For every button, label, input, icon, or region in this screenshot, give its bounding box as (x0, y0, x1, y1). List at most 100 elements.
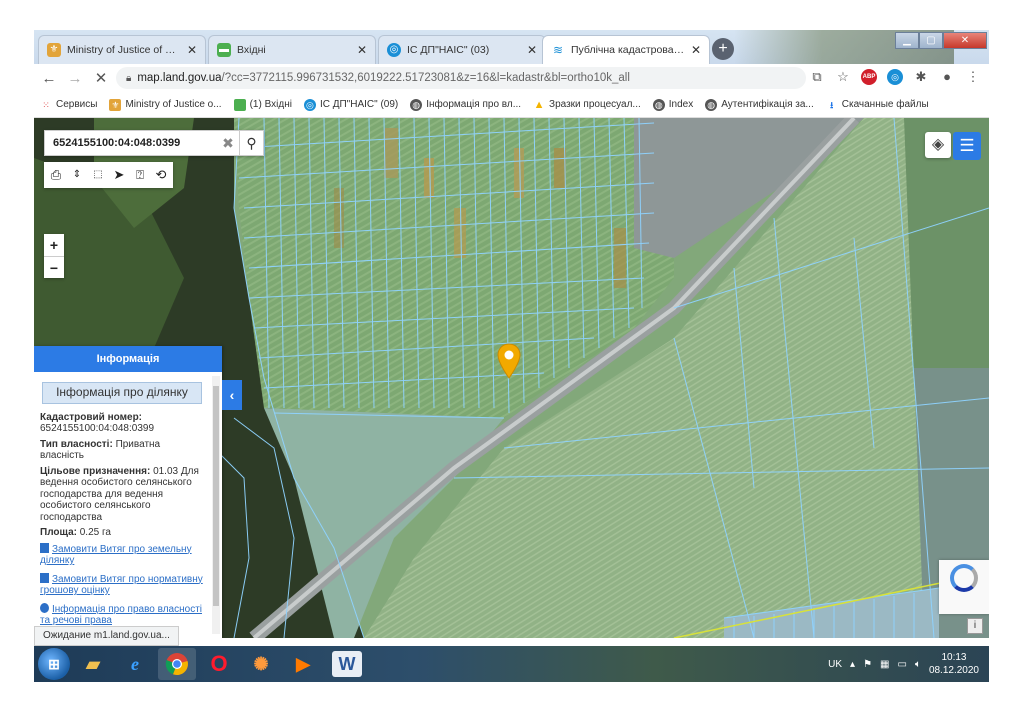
language-indicator[interactable]: UK (828, 659, 842, 670)
url-host: map.land.gov.ua (137, 72, 222, 84)
search-icon[interactable]: ⚲ (239, 131, 263, 155)
info-panel-header: Інформація (34, 346, 222, 372)
link-label: Замовити Витяг про земельну ділянку (40, 543, 192, 567)
system-clock[interactable]: 10:13 08.12.2020 (929, 651, 979, 677)
bookmark-label: Інформація про вл... (426, 99, 522, 110)
pointer-icon[interactable]: ➤ (110, 165, 128, 185)
layers-icon[interactable]: ◈ (925, 132, 951, 158)
media-player-icon[interactable]: ▶ (284, 648, 322, 680)
bookmarks-bar: ⁙ Сервисы ⚜ Ministry of Justice o... (1)… (34, 92, 989, 118)
browser-toolbar: ← → ✕ 🔒︎ map.land.gov.ua/?cc=3772115.996… (34, 64, 989, 92)
order-valuation-extract-link[interactable]: Замовити Витяг про нормативну грошову оц… (40, 572, 204, 597)
zoom-out-button[interactable]: − (44, 256, 64, 278)
system-tray: UK ▴ ⚑ ▦ ▭ 🔈︎ 10:13 08.12.2020 (828, 646, 985, 682)
tray-overflow-icon[interactable]: ▴ (850, 659, 855, 670)
tab-ministry-of-justice[interactable]: ⚜ Ministry of Justice of Ukraine :: В ✕ (38, 35, 206, 64)
parcel-info-panel: Інформація Інформація про ділянку Кадаст… (34, 346, 222, 638)
translate-icon[interactable]: ⧉ (809, 69, 825, 85)
cadastral-map[interactable]: ✖ ⚲ ⎙ ⇕ ⬚ ➤ ⍰ ⟲ + − ◈ ☰ Інформація Інфор… (34, 118, 989, 638)
tab-inbox[interactable]: ▬ Вхідні ✕ (208, 35, 376, 64)
bookmark-label: Index (668, 99, 694, 110)
apps-grid-icon: ⁙ (42, 99, 50, 110)
new-tab-button[interactable]: + (712, 38, 734, 60)
maximize-button[interactable]: ▢ (919, 32, 943, 49)
bookmark-inbox[interactable]: (1) Вхідні (233, 98, 292, 111)
chrome-icon[interactable] (158, 648, 196, 680)
tab-nais[interactable]: ◎ ІС ДП"НАІС" (03) ✕ (378, 35, 546, 64)
stop-loading-button[interactable]: ✕ (90, 69, 112, 87)
order-land-extract-link[interactable]: Замовити Витяг про земельну ділянку (40, 542, 204, 567)
profile-icon[interactable]: ● (939, 69, 955, 85)
close-icon[interactable]: ✕ (527, 43, 537, 57)
bookmark-index[interactable]: ◍ Index (652, 98, 694, 111)
nais-icon: ◎ (387, 43, 401, 57)
network-icon[interactable]: ▦ (880, 659, 889, 670)
recaptcha-badge[interactable] (939, 560, 989, 614)
display-icon[interactable]: ▭ (897, 659, 906, 670)
bookmark-downloads[interactable]: ⭳ Скачанные файлы (826, 99, 928, 111)
bookmark-services[interactable]: ⁙ Сервисы (40, 99, 97, 111)
bookmark-label: Сервисы (56, 99, 98, 110)
purpose-row: Цільове призначення: 01.03 Для ведення о… (40, 466, 204, 524)
info-panel-scrollbar[interactable] (212, 376, 220, 634)
map-info-icon[interactable]: i (967, 618, 983, 634)
nais-extension-icon[interactable]: ◎ (887, 69, 903, 85)
measure-area-icon[interactable]: ⬚ (89, 165, 107, 185)
file-explorer-icon[interactable]: ▰ (74, 648, 112, 680)
ministry-emblem-icon: ⚜ (109, 98, 122, 111)
info-circle-icon (40, 602, 49, 613)
bookmark-authentication[interactable]: ◍ Аутентифікація за... (705, 98, 814, 111)
route-icon[interactable]: ⟲ (152, 165, 170, 185)
close-icon[interactable]: ✕ (357, 43, 367, 57)
minimize-button[interactable]: ▁ (895, 32, 919, 49)
bookmark-ownership-info[interactable]: ◍ Інформація про вл... (410, 98, 522, 111)
volume-icon[interactable]: 🔈︎ (915, 659, 921, 670)
menu-dots-icon[interactable]: ⋮ (965, 69, 981, 85)
browser-status-bar: Ожидание m1.land.gov.ua... (34, 626, 179, 646)
internet-explorer-icon[interactable]: e (116, 648, 154, 680)
bookmark-ministry[interactable]: ⚜ Ministry of Justice o... (109, 98, 222, 111)
measure-line-icon[interactable]: ⇕ (68, 165, 86, 185)
browser-window: ⚜ Ministry of Justice of Ukraine :: В ✕ … (34, 30, 989, 682)
bookmark-label: ІС ДП"НАІС" (09) (319, 99, 399, 110)
word-icon[interactable]: W (332, 651, 362, 677)
opera-icon[interactable]: O (200, 648, 238, 680)
bookmark-star-icon[interactable]: ☆ (835, 69, 851, 85)
close-icon[interactable]: ✕ (691, 43, 701, 57)
clear-search-icon[interactable]: ✖ (217, 135, 239, 152)
bookmark-procedural-samples[interactable]: ▲ Зразки процесуал... (533, 99, 641, 111)
action-center-flag-icon[interactable]: ⚑ (863, 659, 872, 670)
close-window-button[interactable]: ✕ (943, 32, 987, 49)
collapse-panel-button[interactable]: ‹ (222, 380, 242, 410)
ownership-rights-info-link[interactable]: Інформація про право власності та речові… (40, 602, 204, 627)
cadastral-number-row: Кадастровий номер: 6524155100:04:048:039… (40, 412, 204, 435)
zoom-in-button[interactable]: + (44, 234, 64, 256)
start-button[interactable]: ⊞ (38, 648, 70, 680)
bookmark-label: (1) Вхідні (249, 99, 292, 110)
bookmark-nais[interactable]: ◎ ІС ДП"НАІС" (09) (303, 98, 399, 111)
tab-title: ІС ДП"НАІС" (03) (407, 44, 490, 56)
adblock-icon[interactable]: ABP (861, 69, 877, 85)
visual-bookmarks-icon[interactable]: ✺ (242, 648, 280, 680)
cadastral-number-input[interactable] (45, 131, 217, 155)
mail-inbox-icon: ▬ (217, 43, 231, 57)
close-icon[interactable]: ✕ (187, 43, 197, 57)
tab-title: Ministry of Justice of Ukraine :: В (67, 44, 181, 56)
identify-icon[interactable]: ⍰ (131, 165, 149, 185)
mail-inbox-icon (233, 98, 246, 111)
print-icon[interactable]: ⎙ (47, 165, 65, 185)
url-path: /?cc=3772115.996731532,6019222.51723081&… (221, 72, 630, 84)
forward-button[interactable]: → (64, 70, 86, 87)
back-button[interactable]: ← (38, 70, 60, 87)
location-pin-icon[interactable] (497, 343, 521, 379)
hamburger-menu-icon[interactable]: ☰ (953, 132, 981, 160)
address-bar[interactable]: 🔒︎ map.land.gov.ua/?cc=3772115.996731532… (116, 67, 806, 89)
scrollbar-thumb[interactable] (213, 386, 219, 606)
tab-title: Публічна кадастрова карта Укр (571, 44, 685, 56)
globe-icon: ◍ (410, 98, 423, 111)
purpose-label: Цільове призначення: (40, 465, 151, 477)
extensions-puzzle-icon[interactable]: ✱ (913, 69, 929, 85)
tab-cadastre-map[interactable]: ≋ Публічна кадастрова карта Укр ✕ (542, 35, 710, 64)
nais-icon: ◎ (303, 98, 316, 111)
cadastral-number-label: Кадастровий номер: (40, 411, 143, 423)
